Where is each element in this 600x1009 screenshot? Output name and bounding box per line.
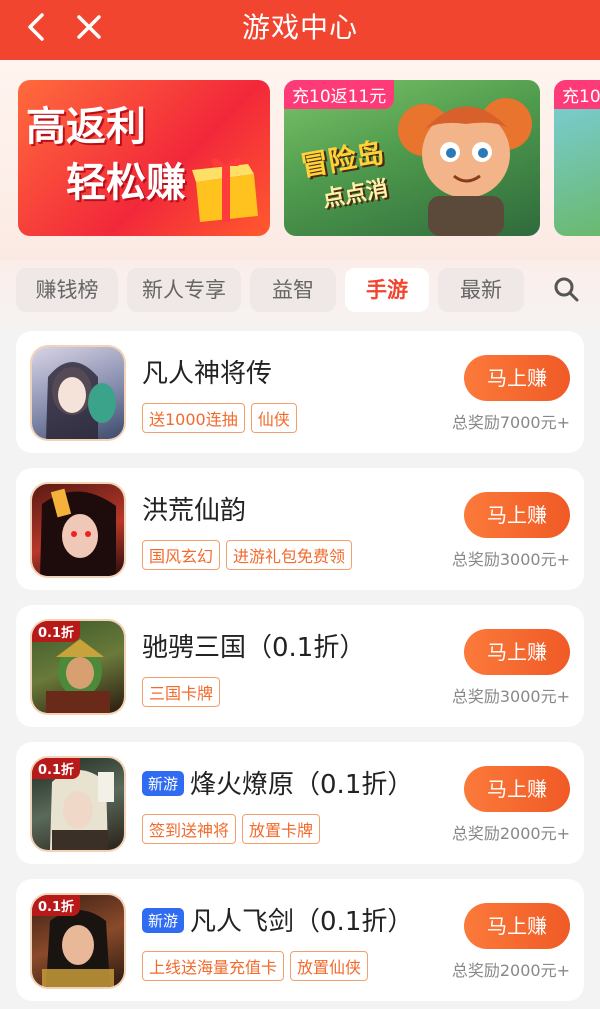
earn-now-button[interactable]: 马上赚 [464, 766, 570, 812]
banner-slogan-line2: 轻松赚 [66, 160, 186, 206]
discount-badge: 0.1折 [32, 758, 81, 779]
tab-latest[interactable]: 最新 [438, 268, 524, 312]
game-tags: 国风玄幻 进游礼包免费领 [142, 540, 358, 570]
game-card[interactable]: 0.1折 新游 凡人飞剑（0.1折） 上线送海量充值卡 放置仙侠 马上赚 总奖励20… [16, 879, 584, 1001]
tab-money-rank[interactable]: 赚钱榜 [16, 268, 118, 312]
game-character-image [40, 488, 116, 576]
banner-slogan-line1: 高返利 [26, 104, 146, 150]
game-character-image [46, 362, 116, 439]
game-tag: 放置卡牌 [242, 814, 321, 844]
category-tabs: 赚钱榜 新人专享 益智 手游 最新 [0, 260, 600, 330]
tab-puzzle[interactable]: 益智 [250, 268, 336, 312]
game-title: 洪荒仙韵 [142, 496, 247, 526]
total-reward-text: 总奖励2000元+ [451, 824, 570, 843]
game-tags: 三国卡牌 [142, 677, 226, 707]
game-card[interactable]: 0.1折 新游 烽火燎原（0.1折） 签到送神将 放置卡牌 马上赚 总奖励2000元… [16, 742, 584, 864]
tab-mobile-games[interactable]: 手游 [345, 268, 429, 312]
game-title: 烽火燎原（0.1折） [190, 770, 414, 800]
game-title: 凡人神将传 [142, 359, 273, 389]
total-reward-text: 总奖励3000元+ [451, 550, 570, 569]
banner-maplestory[interactable]: 充10返11元 冒险岛 点点消 [284, 80, 540, 236]
game-tag: 进游礼包免费领 [226, 540, 353, 570]
discount-badge: 0.1折 [32, 621, 81, 642]
game-tag: 签到送神将 [142, 814, 237, 844]
game-tags: 上线送海量充值卡 放置仙侠 [142, 951, 374, 981]
discount-badge: 0.1折 [32, 895, 81, 916]
mascot-character-image [398, 98, 532, 236]
game-tag: 仙侠 [250, 403, 297, 433]
game-tag: 三国卡牌 [142, 677, 221, 707]
game-tags: 送1000连抽 仙侠 [142, 403, 303, 433]
game-thumbnail: 0.1折 [32, 758, 124, 850]
game-thumbnail [32, 484, 124, 576]
total-reward-text: 总奖励7000元+ [451, 413, 570, 432]
game-tags: 签到送神将 放置卡牌 [142, 814, 326, 844]
promo-badge-third: 充10 [554, 80, 600, 109]
total-reward-text: 总奖励2000元+ [451, 961, 570, 980]
search-icon[interactable] [553, 276, 579, 302]
game-card[interactable]: 0.1折 驰骋三国（0.1折） 三国卡牌 马上赚 总奖励3000元+ [16, 605, 584, 727]
game-title: 凡人飞剑（0.1折） [190, 907, 414, 937]
promo-badge: 充10返11元 [284, 80, 395, 109]
top-bar: 游戏中心 [0, 0, 600, 60]
gift-box-icon [192, 158, 258, 222]
earn-now-button[interactable]: 马上赚 [464, 355, 570, 401]
tab-newcomer[interactable]: 新人专享 [127, 268, 241, 312]
page-title: 游戏中心 [241, 11, 358, 44]
banner-third[interactable]: 充10 [554, 80, 600, 236]
game-thumbnail: 0.1折 [32, 895, 124, 987]
game-card[interactable]: 洪荒仙韵 国风玄幻 进游礼包免费领 马上赚 总奖励3000元+ [16, 468, 584, 590]
new-game-badge: 新游 [142, 908, 185, 933]
game-title-row: 新游 烽火燎原（0.1折） [142, 764, 413, 801]
earn-now-button[interactable]: 马上赚 [464, 629, 570, 675]
banner-carousel: 高返利 轻松赚 充10返11元 冒险岛 点点消 充10 [0, 60, 600, 260]
game-tag: 上线送海量充值卡 [142, 951, 285, 981]
game-thumbnail [32, 347, 124, 439]
new-game-badge: 新游 [142, 771, 185, 796]
game-tag: 放置仙侠 [290, 951, 369, 981]
game-card[interactable]: 凡人神将传 送1000连抽 仙侠 马上赚 总奖励7000元+ [16, 331, 584, 453]
earn-now-button[interactable]: 马上赚 [464, 492, 570, 538]
game-title: 驰骋三国（0.1折） [142, 633, 366, 663]
game-tag: 国风玄幻 [142, 540, 221, 570]
game-tag: 送1000连抽 [142, 403, 245, 433]
earn-now-button[interactable]: 马上赚 [464, 903, 570, 949]
banner-high-rebate[interactable]: 高返利 轻松赚 [18, 80, 270, 236]
game-title-row: 新游 凡人飞剑（0.1折） [142, 901, 413, 938]
total-reward-text: 总奖励3000元+ [451, 687, 570, 706]
game-thumbnail: 0.1折 [32, 621, 124, 713]
